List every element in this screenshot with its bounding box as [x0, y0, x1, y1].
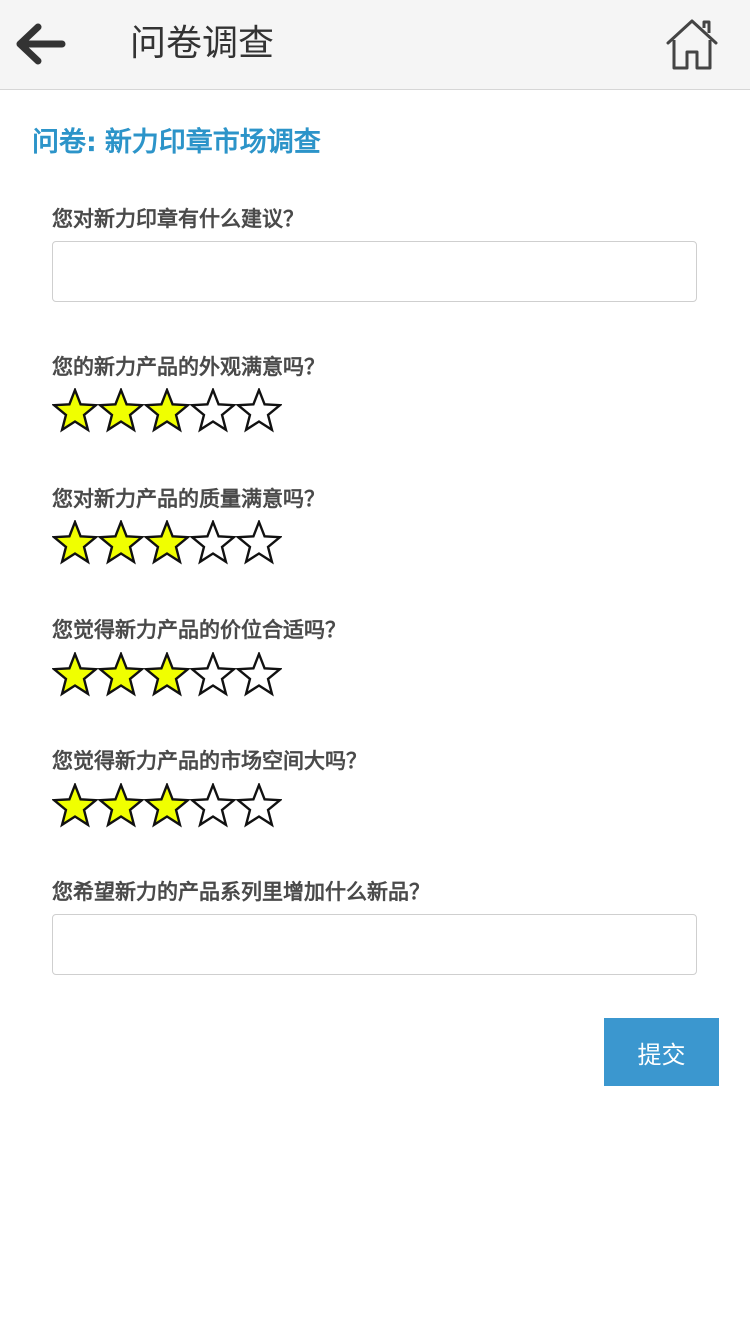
star-filled-icon[interactable] — [52, 520, 98, 566]
star-empty-icon[interactable] — [236, 783, 282, 829]
rating-stars[interactable] — [52, 783, 284, 829]
star-filled-icon[interactable] — [144, 652, 190, 698]
star-filled-icon[interactable] — [52, 652, 98, 698]
star-empty-icon[interactable] — [190, 520, 236, 566]
question-label: 您的新力产品的外观满意吗？ — [52, 355, 325, 379]
new-product-input[interactable] — [52, 914, 697, 975]
star-filled-icon[interactable] — [98, 652, 144, 698]
back-button[interactable] — [12, 18, 68, 70]
star-empty-icon[interactable] — [236, 388, 282, 434]
rating-stars[interactable] — [52, 652, 284, 698]
question-label: 您对新力产品的质量满意吗？ — [52, 487, 325, 511]
rating-stars[interactable] — [52, 388, 284, 434]
submit-button[interactable]: 提交 — [604, 1018, 719, 1086]
survey-title-prefix: 问卷: — [32, 127, 97, 158]
star-filled-icon[interactable] — [144, 520, 190, 566]
top-bar: 问卷调查 — [0, 0, 750, 90]
star-empty-icon[interactable] — [190, 652, 236, 698]
star-filled-icon[interactable] — [52, 783, 98, 829]
home-icon — [666, 19, 718, 70]
home-button[interactable] — [664, 16, 720, 72]
star-filled-icon[interactable] — [98, 783, 144, 829]
star-filled-icon[interactable] — [144, 388, 190, 434]
question-label: 您对新力印章有什么建议？ — [52, 207, 304, 231]
star-filled-icon[interactable] — [98, 388, 144, 434]
question-label: 您觉得新力产品的市场空间大吗？ — [52, 749, 367, 773]
survey-title-name: 新力印章市场调查 — [104, 127, 321, 158]
star-empty-icon[interactable] — [190, 783, 236, 829]
star-empty-icon[interactable] — [236, 652, 282, 698]
rating-stars[interactable] — [52, 520, 284, 566]
star-empty-icon[interactable] — [190, 388, 236, 434]
survey-title: 问卷: 新力印章市场调查 — [32, 124, 321, 162]
question-label: 您觉得新力产品的价位合适吗？ — [52, 618, 346, 642]
page-title: 问卷调查 — [130, 23, 275, 64]
star-filled-icon[interactable] — [98, 520, 144, 566]
star-filled-icon[interactable] — [144, 783, 190, 829]
arrow-left-icon — [16, 23, 66, 65]
star-filled-icon[interactable] — [52, 388, 98, 434]
star-empty-icon[interactable] — [236, 520, 282, 566]
question-label: 您希望新力的产品系列里增加什么新品？ — [52, 880, 430, 904]
suggestion-input[interactable] — [52, 241, 697, 302]
